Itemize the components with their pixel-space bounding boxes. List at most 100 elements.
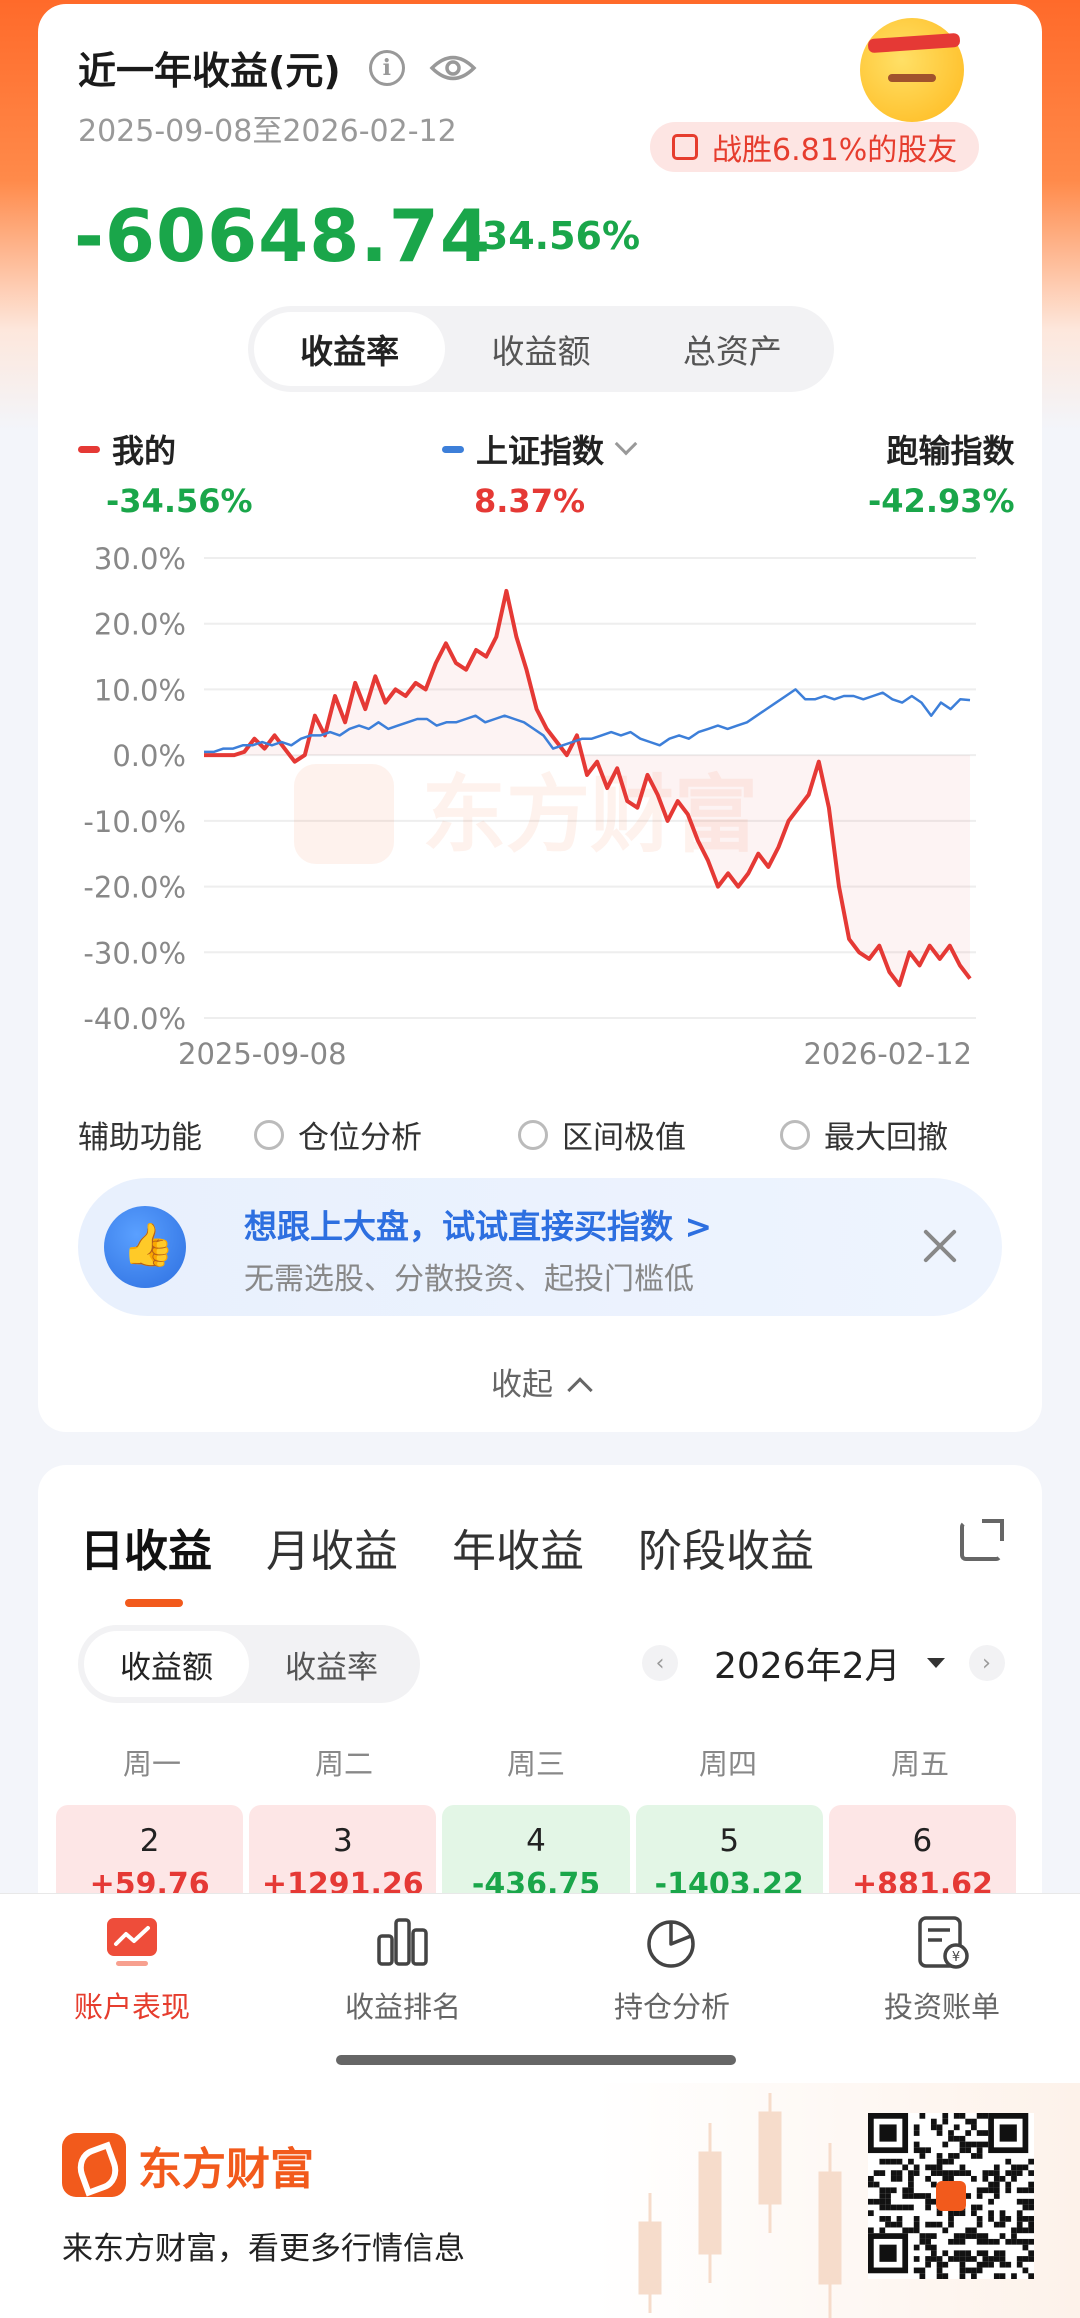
nav-label: 持仓分析 [613,1990,730,2024]
legend-mine: 我的 -34.56% [78,426,253,520]
nav-account-performance[interactable]: 账户表现 [32,1914,232,2026]
caret-down-icon[interactable] [926,1658,945,1668]
mascot-avatar [860,18,964,122]
brand-logo-icon [62,2133,126,2197]
nav-label: 账户表现 [73,1990,190,2024]
aux-max-drawdown[interactable]: 最大回撤 [780,1112,948,1157]
nav-return-ranking[interactable]: 收益排名 [303,1914,503,2026]
info-icon[interactable]: i [368,49,405,86]
chevron-down-icon [614,432,638,456]
weekday-label: 周二 [314,1747,373,1781]
share-icon[interactable] [960,1519,1004,1561]
collapse-label: 收起 [491,1367,553,1403]
month-label[interactable]: 2026年2月 [714,1637,901,1689]
eye-icon[interactable] [429,53,477,83]
beat-percent-badge[interactable]: 战胜6.81%的股友 [650,122,980,172]
watermark-logo [294,764,394,864]
promo-subtitle: 无需选股、分散投资、起投门槛低 [244,1262,694,1297]
aux-range-extremes[interactable]: 区间极值 [518,1112,780,1157]
legend-index-value: 8.37% [474,482,586,520]
index-series-marker [442,445,464,453]
qr-code [868,2113,1034,2279]
y-tick-label: 10.0% [94,673,186,707]
close-icon[interactable] [918,1224,962,1268]
legend-index-label: 上证指数 [476,432,605,470]
collapse-button[interactable]: 收起 [38,1359,1042,1404]
y-tick-label: -30.0% [83,936,186,970]
mode-segmented-control: 收益额 收益率 [78,1625,420,1703]
radio-icon [518,1119,548,1150]
tab-daily[interactable]: 日收益 [80,1515,212,1607]
beat-percent-text: 战胜6.81%的股友 [712,133,958,168]
aux-functions: 辅助功能 仓位分析 区间极值 最大回撤 [78,1112,1002,1157]
return-amount: -60648.74 [74,194,491,278]
nav-label: 收益排名 [344,1990,461,2024]
day-number: 6 [912,1823,933,1859]
share-icon [672,134,698,160]
legend-index[interactable]: 上证指数 8.37% [442,426,638,520]
tab-period[interactable]: 阶段收益 [638,1515,814,1579]
aux-label: 辅助功能 [78,1120,202,1156]
day-number: 4 [526,1823,546,1859]
nav-holding-analysis[interactable]: 持仓分析 [572,1914,772,2026]
legend-lag: 跑输指数 -42.93% [868,426,1015,520]
nav-investment-bill[interactable]: ¥ 投资账单 [842,1914,1042,2026]
tab-monthly[interactable]: 月收益 [266,1515,398,1579]
y-tick-label: -10.0% [83,805,186,839]
date-range: 2025-09-08至2026-02-12 [78,114,457,149]
weekday-header: 周一 周二 周三 周四 周五 [56,1741,1016,1783]
day-number: 2 [139,1823,160,1859]
footer-slogan: 来东方财富，看更多行情信息 [62,2231,465,2267]
legend-mine-value: -34.56% [106,482,253,520]
return-percent: -34.56% [466,214,641,258]
weekday-label: 周一 [122,1747,181,1781]
mode-rate[interactable]: 收益率 [249,1631,414,1697]
aux-option-label: 区间极值 [562,1120,686,1156]
weekday-label: 周四 [698,1747,757,1781]
mode-amount[interactable]: 收益额 [84,1631,249,1697]
pie-chart-icon [642,1914,702,1970]
legend-mine-label: 我的 [112,432,177,470]
weekday-label: 周三 [506,1747,565,1781]
y-tick-label: -20.0% [83,871,186,905]
day-number: 5 [719,1823,740,1859]
metric-segmented-control: 收益率 收益额 总资产 [248,306,834,392]
returns-tabs: 日收益 月收益 年收益 阶段收益 [80,1515,868,1607]
radio-icon [254,1119,284,1150]
nav-label: 投资账单 [883,1990,1000,2024]
thumbs-up-icon [104,1206,186,1288]
returns-calendar-card: 日收益 月收益 年收益 阶段收益 收益额 收益率 ‹ 2026年2月 › 周一 … [38,1465,1042,1925]
bar-chart-icon [373,1914,433,1970]
prev-month-button[interactable]: ‹ [642,1645,678,1681]
x-tick-label: 2025-09-08 [178,1037,347,1071]
radio-icon [780,1119,810,1150]
segment-return-amount[interactable]: 收益额 [445,312,636,386]
bill-icon: ¥ [912,1914,972,1970]
segment-return-rate[interactable]: 收益率 [254,312,446,386]
next-month-button[interactable]: › [968,1645,1005,1681]
aux-option-label: 最大回撤 [824,1120,948,1156]
legend-lag-label: 跑输指数 [886,432,1015,470]
promo-title[interactable]: 想跟上大盘，试试直接买指数 > [244,1200,712,1248]
aux-position-analysis[interactable]: 仓位分析 [254,1112,518,1157]
title-row: 近一年收益(元) i [78,40,477,95]
month-navigator: ‹ 2026年2月 › [642,1637,1005,1689]
brand-logo-row: 东方财富 [62,2133,314,2197]
brand-footer: 东方财富 来东方财富，看更多行情信息 [0,2083,1080,2318]
chevron-up-icon [567,1377,593,1403]
annual-return-card: 近一年收益(元) i 2025-09-08至2026-02-12 战胜6.81%… [38,4,1042,1432]
aux-option-label: 仓位分析 [298,1120,422,1156]
x-tick-label: 2026-02-12 [803,1037,972,1071]
y-tick-label: 30.0% [94,542,186,576]
return-line-chart[interactable]: 30.0% 20.0% 10.0% 0.0% -10.0% -20.0% -30.0% -40… [38,534,1042,1074]
home-indicator [336,2055,736,2065]
y-tick-label: -40.0% [83,1002,186,1036]
tab-yearly[interactable]: 年收益 [452,1515,584,1579]
legend-lag-value: -42.93% [868,482,1015,520]
weekday-label: 周五 [890,1747,949,1781]
mine-series-marker [78,445,100,453]
segment-total-assets[interactable]: 总资产 [637,312,828,386]
bottom-nav: 账户表现 收益排名 持仓分析 ¥ 投资账单 [0,1893,1080,2083]
index-promo-banner[interactable]: 想跟上大盘，试试直接买指数 > 无需选股、分散投资、起投门槛低 [78,1178,1002,1316]
chart-icon [102,1914,162,1970]
